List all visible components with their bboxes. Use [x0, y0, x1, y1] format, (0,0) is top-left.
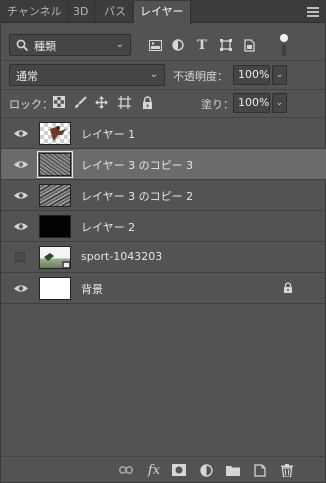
opacity-dropdown-button[interactable]: ⌄: [272, 65, 287, 85]
layer-name: 背景: [81, 283, 103, 296]
layers-panel: チャンネル 3D パス レイヤー 種類 ⌄ T 通常 ⌄ 不透明度： 100% …: [0, 0, 326, 483]
lock-label: ロック：: [9, 98, 53, 111]
blend-mode-value: 通常: [16, 70, 38, 83]
layer-row[interactable]: レイヤー 3 のコピー 2: [1, 180, 326, 211]
layer-row[interactable]: レイヤー 3 のコピー 3: [1, 149, 326, 180]
lock-transparent-pixels-icon[interactable]: [52, 95, 66, 109]
opacity-label: 不透明度：: [173, 70, 228, 83]
layer-name: sport-1043203: [81, 250, 163, 263]
eye-icon[interactable]: [13, 190, 29, 201]
add-mask-icon[interactable]: [171, 462, 187, 478]
new-layer-icon[interactable]: [252, 462, 268, 478]
eye-icon[interactable]: [13, 159, 29, 170]
layer-name: レイヤー 3 のコピー 2: [81, 190, 194, 203]
filter-kind-select[interactable]: 種類 ⌄: [9, 34, 131, 56]
lock-artboard-icon[interactable]: [117, 95, 131, 109]
layer-name: レイヤー 3 のコピー 3: [81, 159, 194, 172]
blend-mode-select[interactable]: 通常 ⌄: [9, 64, 165, 86]
eye-icon[interactable]: [13, 283, 29, 294]
eye-icon[interactable]: [13, 128, 29, 139]
shape-filter-icon[interactable]: [217, 35, 235, 55]
link-layers-icon[interactable]: [118, 462, 134, 478]
pixel-filter-icon[interactable]: [146, 35, 164, 55]
smart-object-filter-icon[interactable]: [240, 35, 258, 55]
fill-input[interactable]: 100%: [233, 93, 270, 113]
lock-image-pixels-icon[interactable]: [73, 95, 87, 109]
layer-name: レイヤー 1: [81, 128, 136, 141]
layer-row[interactable]: 背景: [1, 273, 326, 304]
adjustment-filter-icon[interactable]: [169, 35, 187, 55]
delete-layer-icon[interactable]: [279, 462, 295, 478]
tab-channels[interactable]: チャンネル: [1, 1, 69, 23]
filter-toggle[interactable]: [280, 34, 288, 56]
lock-icon[interactable]: [283, 282, 293, 294]
layer-thumbnail: [39, 122, 71, 145]
visibility-toggle[interactable]: [15, 252, 25, 262]
chevron-down-icon: ⌄: [149, 69, 158, 80]
lock-all-icon[interactable]: [140, 95, 154, 109]
layers-footer: fx: [1, 456, 326, 482]
layer-row[interactable]: レイヤー 1: [1, 118, 326, 149]
layer-name: レイヤー 2: [81, 221, 136, 234]
tab-paths[interactable]: パス: [98, 1, 133, 23]
fill-dropdown-button[interactable]: ⌄: [272, 93, 287, 113]
new-group-folder-icon[interactable]: [225, 462, 241, 478]
layer-thumbnail: [39, 184, 71, 207]
layer-row[interactable]: レイヤー 2: [1, 211, 326, 242]
layer-thumbnail: [39, 277, 71, 300]
panel-menu-icon[interactable]: [307, 7, 319, 17]
layer-row[interactable]: sport-1043203: [1, 242, 326, 273]
filter-kind-label: 種類: [34, 40, 56, 53]
search-icon: [16, 39, 29, 52]
fill-label: 塗り：: [201, 98, 234, 111]
type-filter-icon[interactable]: T: [193, 35, 211, 55]
chevron-down-icon: ⌄: [115, 39, 124, 50]
layer-thumbnail: [37, 151, 73, 178]
eye-icon[interactable]: [13, 221, 29, 232]
tab-layers[interactable]: レイヤー: [134, 1, 191, 24]
adjustment-layer-icon[interactable]: [198, 462, 214, 478]
tab-3d[interactable]: 3D: [67, 1, 96, 23]
panel-tab-bar: チャンネル 3D パス レイヤー: [1, 1, 326, 24]
opacity-input[interactable]: 100%: [233, 65, 270, 85]
lock-position-icon[interactable]: [94, 95, 108, 109]
layer-thumbnail: [39, 246, 71, 269]
layer-style-fx-icon[interactable]: fx: [146, 462, 162, 478]
layer-thumbnail: [39, 215, 71, 238]
